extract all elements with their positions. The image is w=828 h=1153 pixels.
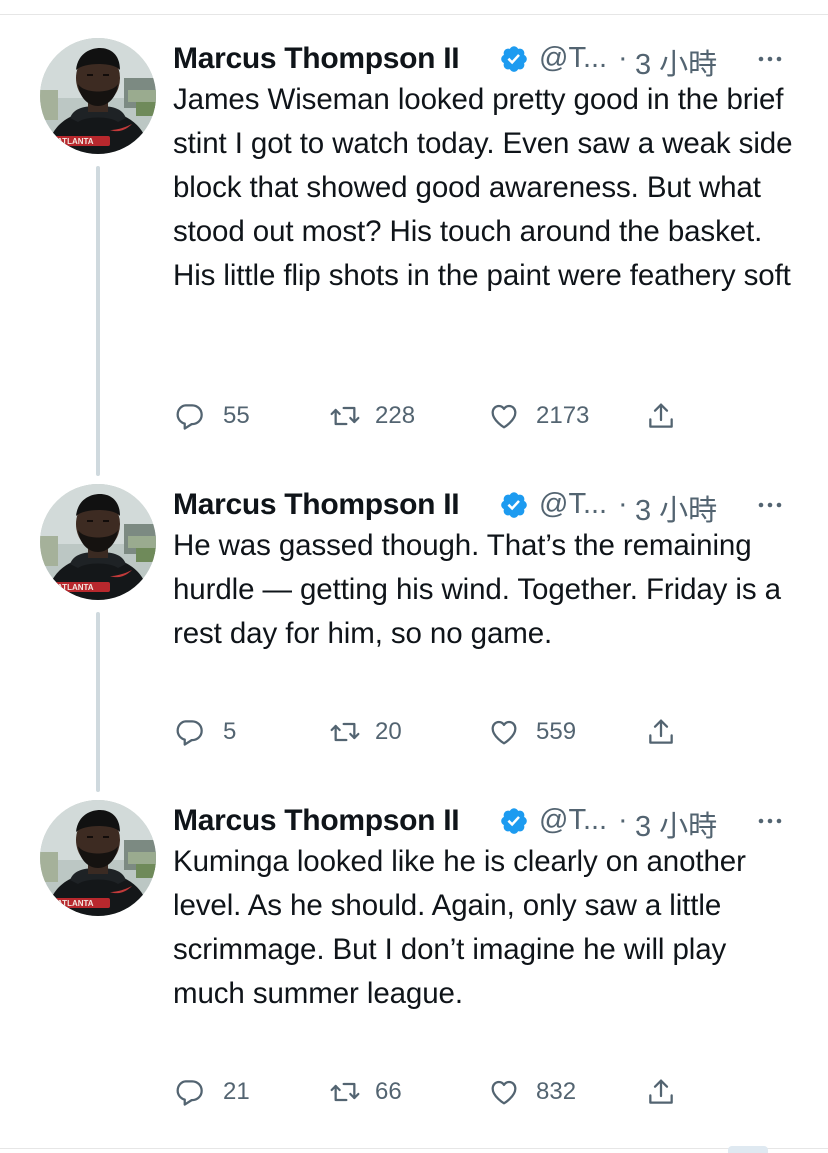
reply-count: 21 — [223, 1078, 250, 1105]
reply-icon — [176, 404, 203, 430]
tweet-text: Kuminga looked like he is clearly on ano… — [173, 845, 746, 1010]
retweet-button[interactable]: 66 — [329, 1072, 402, 1112]
separator-dot: · — [618, 804, 628, 836]
heart-icon — [491, 1080, 517, 1105]
retweet-icon — [330, 406, 360, 426]
author-name[interactable]: Marcus Thompson II — [173, 488, 460, 522]
reply-icon — [176, 1080, 203, 1106]
reply-count: 55 — [223, 402, 250, 429]
reply-button[interactable]: 21 — [173, 1072, 250, 1112]
like-count: 2173 — [536, 402, 590, 429]
more-options-icon[interactable] — [755, 44, 785, 74]
author-handle[interactable]: @T... — [539, 804, 607, 837]
tweet-actions: 5 20 559 — [173, 712, 733, 752]
heart-icon — [491, 404, 517, 429]
share-icon — [649, 403, 673, 428]
thread-connector-line — [96, 166, 100, 476]
tweet-actions: 55 228 2173 — [173, 396, 733, 436]
like-count: 832 — [536, 1078, 577, 1105]
more-options-icon[interactable] — [755, 806, 785, 836]
share-button[interactable] — [645, 396, 677, 436]
partial-next-element — [728, 1146, 768, 1153]
reply-count: 5 — [223, 718, 237, 745]
tweet-actions: 21 66 832 — [173, 1072, 733, 1112]
author-handle[interactable]: @T... — [539, 488, 607, 521]
verified-badge-icon — [501, 46, 527, 72]
like-button[interactable]: 832 — [488, 1072, 576, 1112]
retweet-icon — [330, 1082, 360, 1102]
retweet-count: 66 — [375, 1078, 402, 1105]
heart-icon — [491, 720, 517, 745]
reply-icon — [176, 720, 203, 746]
author-name[interactable]: Marcus Thompson II — [173, 42, 460, 76]
avatar[interactable] — [40, 38, 156, 154]
retweet-button[interactable]: 228 — [329, 396, 415, 436]
bottom-divider — [0, 1148, 828, 1149]
like-button[interactable]: 559 — [488, 712, 576, 752]
timestamp[interactable]: 3 小時 — [635, 41, 717, 83]
author-handle[interactable]: @T... — [539, 42, 607, 75]
timestamp[interactable]: 3 小時 — [635, 803, 717, 845]
author-name[interactable]: Marcus Thompson II — [173, 804, 460, 838]
tweet-text: James Wiseman looked pretty good in the … — [173, 83, 793, 292]
reply-button[interactable]: 55 — [173, 396, 250, 436]
retweet-button[interactable]: 20 — [329, 712, 402, 752]
tweet-text: He was gassed though. That’s the remaini… — [173, 529, 781, 650]
verified-badge-icon — [501, 492, 527, 518]
reply-button[interactable]: 5 — [173, 712, 236, 752]
tweet-header: Marcus Thompson II @T... · 3 小時 — [173, 38, 793, 82]
top-divider — [0, 14, 828, 15]
retweet-icon — [330, 722, 360, 742]
timestamp[interactable]: 3 小時 — [635, 487, 717, 529]
verified-badge-icon — [501, 808, 527, 834]
tweet-header: Marcus Thompson II @T... · 3 小時 — [173, 800, 793, 844]
share-button[interactable] — [645, 712, 677, 752]
thread-connector-line — [96, 612, 100, 792]
share-icon — [649, 1079, 673, 1104]
like-button[interactable]: 2173 — [488, 396, 589, 436]
more-options-icon[interactable] — [755, 490, 785, 520]
retweet-count: 20 — [375, 718, 402, 745]
avatar[interactable] — [40, 484, 156, 600]
share-icon — [649, 719, 673, 744]
avatar[interactable] — [40, 800, 156, 916]
tweet-header: Marcus Thompson II @T... · 3 小時 — [173, 484, 793, 528]
share-button[interactable] — [645, 1072, 677, 1112]
separator-dot: · — [618, 42, 628, 74]
like-count: 559 — [536, 718, 577, 745]
retweet-count: 228 — [375, 402, 416, 429]
separator-dot: · — [618, 488, 628, 520]
